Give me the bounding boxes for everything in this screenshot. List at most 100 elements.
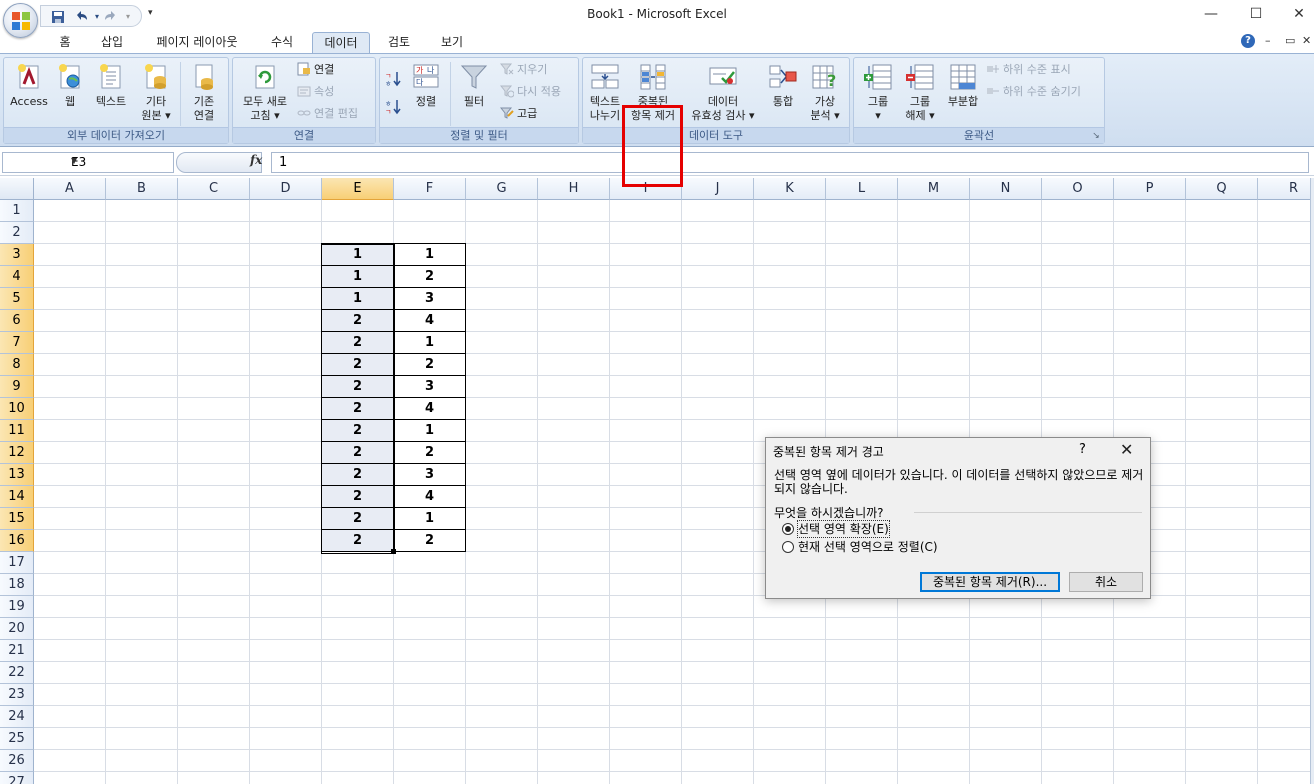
- cell-e12[interactable]: 2: [321, 441, 394, 464]
- consolidate-button[interactable]: 통합: [763, 62, 803, 109]
- column-header-a[interactable]: A: [34, 178, 106, 200]
- minimize-icon[interactable]: —: [1196, 4, 1226, 24]
- column-header-r[interactable]: R: [1258, 178, 1314, 200]
- fill-handle[interactable]: [391, 549, 396, 554]
- row-header-15[interactable]: 15: [0, 508, 34, 530]
- column-header-k[interactable]: K: [754, 178, 826, 200]
- text-to-columns-button[interactable]: 텍스트 나누기: [585, 62, 625, 123]
- remove-duplicates-dialog-button[interactable]: 중복된 항목 제거(R)...: [920, 572, 1060, 592]
- column-header-g[interactable]: G: [466, 178, 538, 200]
- tab-home[interactable]: 홈: [47, 32, 83, 53]
- column-header-f[interactable]: F: [394, 178, 466, 200]
- insert-function-icon[interactable]: fx: [250, 153, 262, 167]
- sort-ascending-icon[interactable]: ㄱㅎ: [385, 70, 403, 88]
- column-header-d[interactable]: D: [250, 178, 322, 200]
- cell-f16[interactable]: 2: [393, 529, 466, 552]
- cell-f12[interactable]: 2: [393, 441, 466, 464]
- vertical-scrollbar[interactable]: [1310, 178, 1314, 784]
- row-header-14[interactable]: 14: [0, 486, 34, 508]
- cell-e14[interactable]: 2: [321, 485, 394, 508]
- dialog-help-icon[interactable]: ?: [1079, 442, 1086, 457]
- dialog-close-icon[interactable]: ✕: [1120, 440, 1133, 459]
- text-import-button[interactable]: 텍스트: [89, 62, 133, 109]
- row-header-2[interactable]: 2: [0, 222, 34, 244]
- close-icon[interactable]: ✕: [1284, 4, 1314, 24]
- cell-f6[interactable]: 4: [393, 309, 466, 332]
- row-header-25[interactable]: 25: [0, 728, 34, 750]
- column-header-h[interactable]: H: [538, 178, 610, 200]
- cell-e6[interactable]: 2: [321, 309, 394, 332]
- connections-button[interactable]: 연결: [297, 61, 334, 79]
- cell-e15[interactable]: 2: [321, 507, 394, 530]
- row-header-26[interactable]: 26: [0, 750, 34, 772]
- what-if-analysis-button[interactable]: ? 가상 분석 ▾: [805, 62, 845, 123]
- sort-descending-icon[interactable]: ㅎㄱ: [385, 98, 403, 116]
- select-all-corner[interactable]: [0, 178, 34, 200]
- data-validation-button[interactable]: 데이터 유효성 검사 ▾: [685, 62, 761, 123]
- expand-selection-radio[interactable]: 선택 영역 확장(E): [782, 520, 1142, 538]
- row-header-24[interactable]: 24: [0, 706, 34, 728]
- column-header-q[interactable]: Q: [1186, 178, 1258, 200]
- cell-e5[interactable]: 1: [321, 287, 394, 310]
- row-header-5[interactable]: 5: [0, 288, 34, 310]
- row-header-10[interactable]: 10: [0, 398, 34, 420]
- tab-insert[interactable]: 삽입: [92, 32, 132, 53]
- row-header-12[interactable]: 12: [0, 442, 34, 464]
- row-header-20[interactable]: 20: [0, 618, 34, 640]
- tab-formulas[interactable]: 수식: [262, 32, 302, 53]
- column-header-e[interactable]: E: [322, 178, 394, 200]
- cell-e7[interactable]: 2: [321, 331, 394, 354]
- column-header-j[interactable]: J: [682, 178, 754, 200]
- name-box-dropdown-icon[interactable]: ▼: [71, 156, 170, 165]
- column-header-n[interactable]: N: [970, 178, 1042, 200]
- ribbon-close-icon[interactable]: ✕: [1302, 34, 1311, 47]
- row-header-22[interactable]: 22: [0, 662, 34, 684]
- row-header-16[interactable]: 16: [0, 530, 34, 552]
- column-header-l[interactable]: L: [826, 178, 898, 200]
- filter-button[interactable]: 필터: [456, 62, 492, 109]
- row-header-8[interactable]: 8: [0, 354, 34, 376]
- column-header-b[interactable]: B: [106, 178, 178, 200]
- row-header-1[interactable]: 1: [0, 200, 34, 222]
- column-header-o[interactable]: O: [1042, 178, 1114, 200]
- help-icon[interactable]: ?: [1241, 34, 1255, 48]
- cell-f3[interactable]: 1: [393, 243, 466, 266]
- outline-dialog-launcher-icon[interactable]: ↘: [1091, 131, 1101, 141]
- cell-e9[interactable]: 2: [321, 375, 394, 398]
- row-header-21[interactable]: 21: [0, 640, 34, 662]
- row-header-18[interactable]: 18: [0, 574, 34, 596]
- column-header-p[interactable]: P: [1114, 178, 1186, 200]
- row-header-11[interactable]: 11: [0, 420, 34, 442]
- tab-view[interactable]: 보기: [432, 32, 472, 53]
- cell-f15[interactable]: 1: [393, 507, 466, 530]
- cell-e16[interactable]: 2: [321, 529, 394, 552]
- row-header-7[interactable]: 7: [0, 332, 34, 354]
- row-header-9[interactable]: 9: [0, 376, 34, 398]
- tab-page-layout[interactable]: 페이지 레이아웃: [144, 32, 250, 53]
- sort-button[interactable]: 가나다 정렬: [408, 62, 444, 109]
- cell-f11[interactable]: 1: [393, 419, 466, 442]
- web-button[interactable]: 웹: [54, 62, 86, 109]
- ribbon-minimize-icon[interactable]: –: [1265, 34, 1271, 47]
- cell-e11[interactable]: 2: [321, 419, 394, 442]
- cell-f5[interactable]: 3: [393, 287, 466, 310]
- cell-f13[interactable]: 3: [393, 463, 466, 486]
- access-button[interactable]: Access: [7, 62, 51, 109]
- cell-e4[interactable]: 1: [321, 265, 394, 288]
- cell-f4[interactable]: 2: [393, 265, 466, 288]
- other-sources-button[interactable]: 기타 원본 ▾: [135, 62, 177, 123]
- tab-data[interactable]: 데이터: [312, 32, 370, 53]
- cell-e13[interactable]: 2: [321, 463, 394, 486]
- cell-f10[interactable]: 4: [393, 397, 466, 420]
- cell-e3[interactable]: 1: [321, 243, 394, 266]
- row-header-3[interactable]: 3: [0, 244, 34, 266]
- advanced-filter-button[interactable]: 고급: [500, 105, 537, 123]
- cell-f7[interactable]: 1: [393, 331, 466, 354]
- refresh-all-button[interactable]: 모두 새로 고침 ▾: [236, 62, 294, 123]
- maximize-icon[interactable]: ☐: [1241, 4, 1271, 24]
- group-button[interactable]: 그룹 ▾: [858, 62, 898, 123]
- row-header-13[interactable]: 13: [0, 464, 34, 486]
- tab-review[interactable]: 검토: [379, 32, 419, 53]
- row-header-27[interactable]: 27: [0, 772, 34, 784]
- row-header-23[interactable]: 23: [0, 684, 34, 706]
